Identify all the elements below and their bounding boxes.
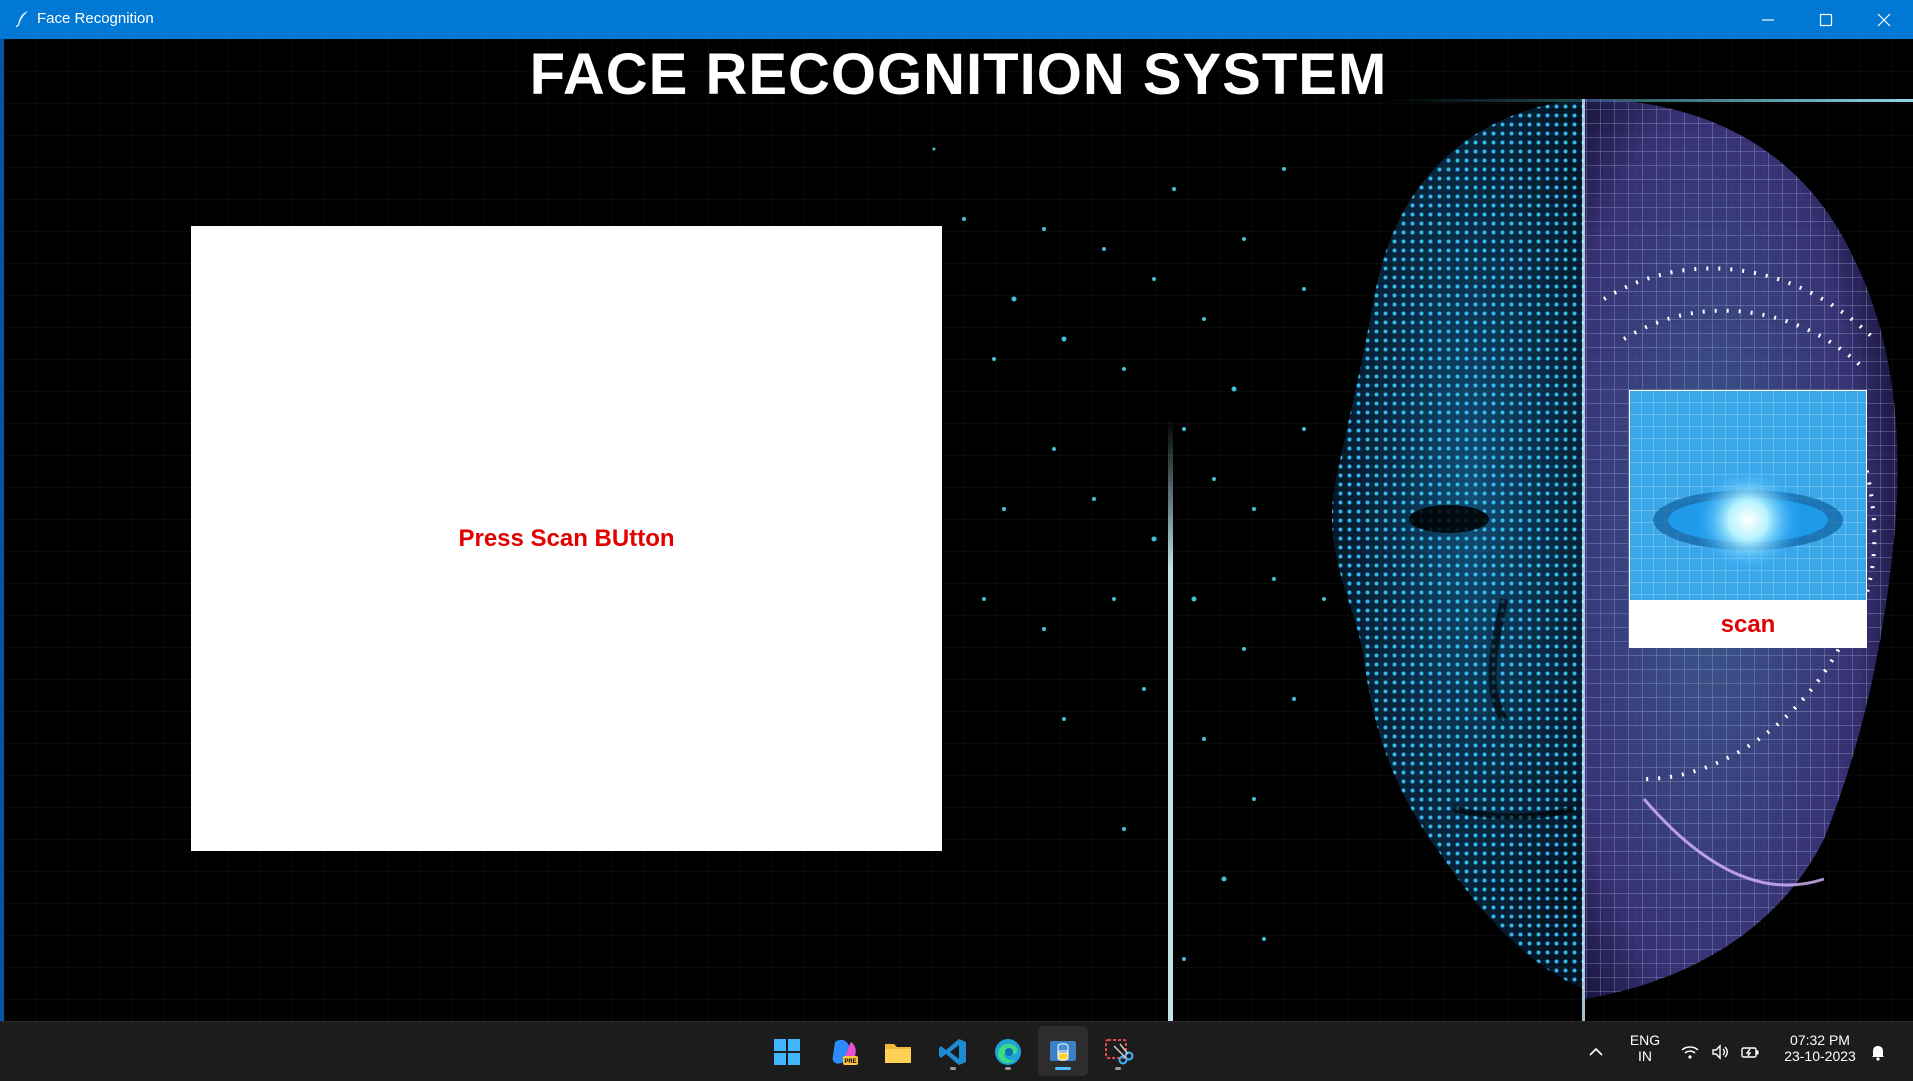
start-button[interactable]: [767, 1032, 807, 1072]
file-explorer-button[interactable]: [878, 1032, 918, 1072]
vscode-button[interactable]: [933, 1032, 973, 1072]
minimize-icon: [1762, 18, 1774, 21]
scan-button[interactable]: scan: [1629, 601, 1867, 648]
svg-text:PRE: PRE: [844, 1059, 856, 1065]
scan-prompt-text: Press Scan BUtton: [458, 524, 675, 552]
app-canvas: FACE RECOGNITION SYSTEM Press Scan BUtto…: [4, 39, 1913, 1021]
camera-preview-panel: Press Scan BUtton: [191, 226, 942, 851]
windows-start-icon: [774, 1039, 800, 1065]
clock-time: 07:32 PM: [1790, 1032, 1850, 1048]
wifi-icon[interactable]: [1680, 1042, 1700, 1062]
running-indicator: [1115, 1067, 1121, 1070]
language-indicator[interactable]: ENG IN: [1620, 1032, 1670, 1064]
minimize-button[interactable]: [1739, 0, 1797, 39]
clock-date: 23-10-2023: [1784, 1048, 1856, 1064]
region-code: IN: [1638, 1048, 1652, 1064]
windows-taskbar: PRE ENG IN 07:32 PM 23-10-2023: [0, 1021, 1913, 1081]
show-hidden-icons-chevron-icon[interactable]: [1586, 1042, 1606, 1062]
clock[interactable]: 07:32 PM 23-10-2023: [1770, 1032, 1870, 1064]
language-code: ENG: [1629, 1032, 1661, 1048]
eye-scan-image: [1629, 390, 1867, 601]
volume-icon[interactable]: [1710, 1042, 1730, 1062]
python-icon: [1050, 1041, 1076, 1061]
python-app-button[interactable]: [1043, 1032, 1083, 1072]
running-indicator: [950, 1067, 956, 1070]
maximize-button[interactable]: [1797, 0, 1855, 39]
scan-card: scan: [1629, 390, 1867, 648]
battery-charging-icon[interactable]: [1740, 1042, 1760, 1062]
feather-icon: [14, 10, 32, 28]
close-icon: [1877, 13, 1891, 26]
snipping-tool-icon: [1105, 1039, 1134, 1065]
window-title: Face Recognition: [37, 10, 154, 27]
edge-icon: [995, 1039, 1021, 1065]
active-indicator: [1055, 1067, 1071, 1070]
close-button[interactable]: [1855, 0, 1913, 39]
edge-button[interactable]: [988, 1032, 1028, 1072]
vscode-icon: [939, 1039, 966, 1065]
maximize-icon: [1819, 13, 1833, 26]
running-indicator: [1005, 1067, 1011, 1070]
page-title: FACE RECOGNITION SYSTEM: [529, 42, 1388, 107]
window-titlebar[interactable]: Face Recognition: [0, 0, 1913, 39]
copilot-button[interactable]: PRE: [823, 1032, 863, 1072]
snipping-tool-button[interactable]: [1098, 1032, 1138, 1072]
folder-icon: [885, 1044, 911, 1063]
copilot-pre-icon: PRE: [832, 1039, 858, 1065]
notification-bell-icon[interactable]: [1868, 1042, 1888, 1062]
